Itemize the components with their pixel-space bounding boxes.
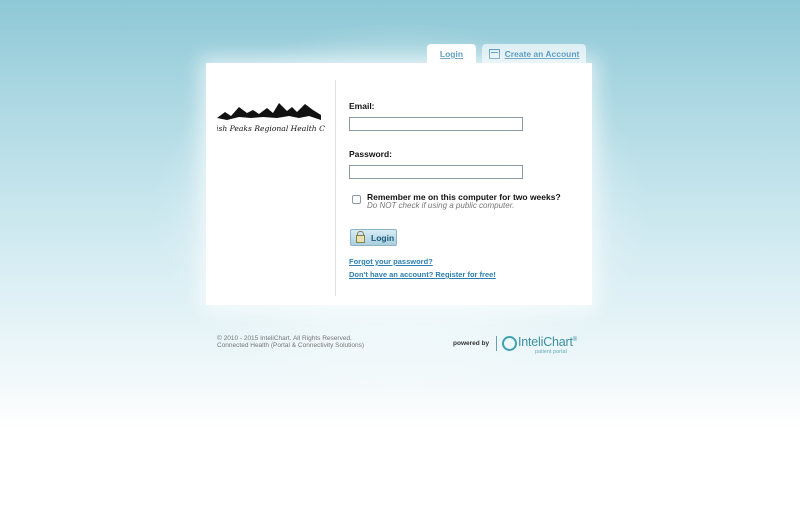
intelichart-mark-icon: [502, 336, 517, 351]
tab-login-label[interactable]: Login: [440, 49, 463, 59]
powered-divider: [496, 336, 497, 351]
forgot-password-link[interactable]: Forgot your password?: [349, 257, 433, 266]
health-center-logo: Spanish Peaks Regional Health Center: [217, 103, 325, 133]
tagline-text: Connected Health (Portal & Connectivity …: [217, 342, 365, 349]
intelichart-logo[interactable]: InteliChart® patient portal: [502, 334, 584, 356]
password-field[interactable]: [349, 165, 523, 179]
login-button[interactable]: Login: [350, 229, 397, 246]
brand-name: InteliChart®: [518, 335, 577, 349]
remember-checkbox[interactable]: [352, 195, 361, 204]
login-button-label[interactable]: Login: [371, 233, 394, 243]
registered-mark-icon: ®: [572, 336, 578, 343]
tab-create-account[interactable]: Create an Account: [482, 44, 586, 64]
calendar-icon: [488, 49, 500, 59]
powered-by-text: powered by: [453, 340, 490, 347]
register-link[interactable]: Don't have an account? Register for free…: [349, 270, 496, 279]
tab-login[interactable]: Login: [427, 44, 476, 64]
logo-text: Spanish Peaks Regional Health Center: [217, 124, 325, 133]
tab-create-account-label[interactable]: Create an Account: [505, 49, 580, 59]
brand-sub: patient portal: [535, 349, 567, 355]
email-field[interactable]: [349, 117, 523, 131]
panel-divider: [335, 80, 336, 296]
email-label: Email:: [349, 101, 375, 111]
password-label: Password:: [349, 149, 392, 159]
copyright-text: © 2010 - 2015 InteliChart. All Rights Re…: [217, 335, 352, 342]
lock-icon: [356, 231, 365, 243]
remember-note: Do NOT check if using a public computer.: [367, 201, 515, 210]
brand-name-text: InteliChart: [518, 335, 573, 349]
